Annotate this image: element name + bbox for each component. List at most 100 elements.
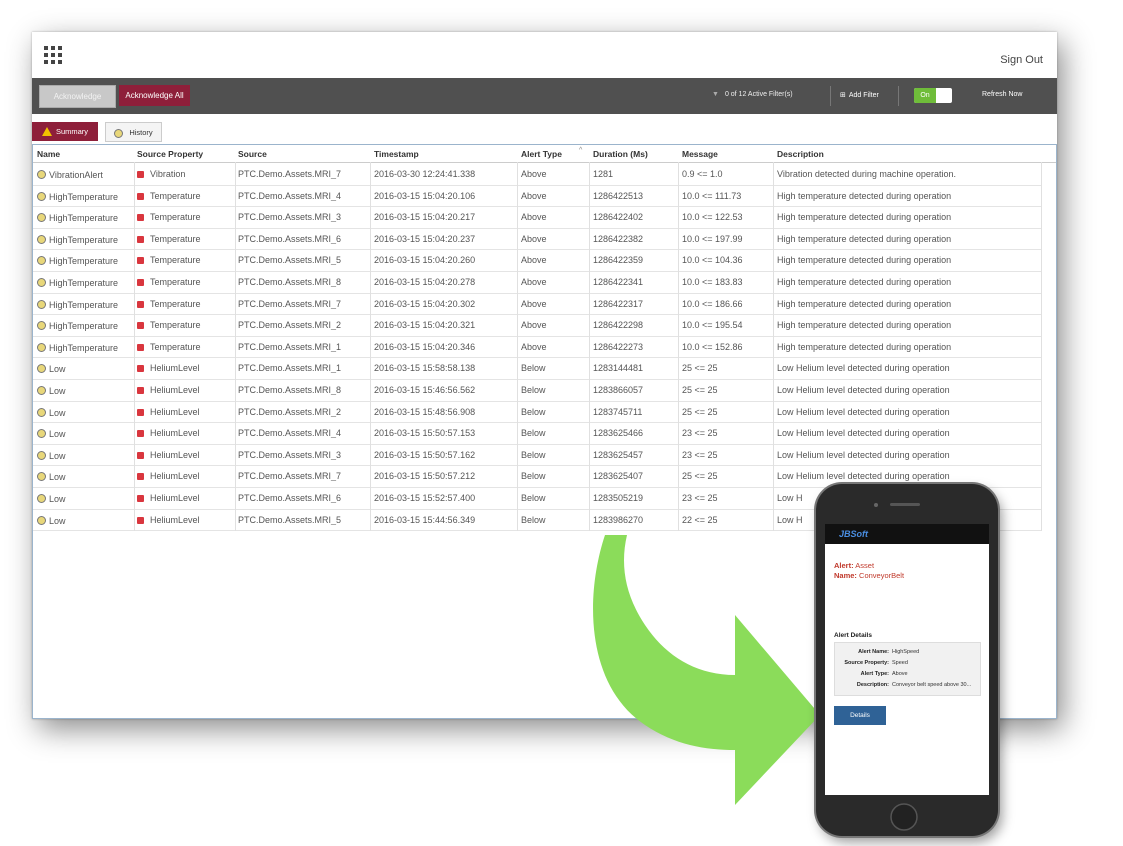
acknowledge-all-button[interactable]: Acknowledge All (119, 85, 190, 106)
table-cell: Low (37, 407, 66, 418)
app-launcher-icon[interactable] (44, 46, 62, 64)
magnifier-icon[interactable] (37, 256, 46, 266)
cell-text: Low H (777, 493, 803, 503)
detail-key: Source Property: (844, 660, 889, 666)
cell-text: 1286422341 (593, 277, 644, 287)
auto-refresh-toggle[interactable]: On (914, 88, 952, 103)
table-cell: 0.9 <= 1.0 (682, 169, 723, 179)
table-row[interactable]: HighTemperature Temperature PTC.Demo.Asset… (33, 293, 1041, 316)
table-row[interactable]: HighTemperature Temperature PTC.Demo.Asset… (33, 314, 1041, 337)
detail-key: Alert Type: (860, 671, 889, 677)
cell-text: HeliumLevel (150, 428, 200, 439)
table-row[interactable]: Low HeliumLevel PTC.Demo.Assets.MRI_4 2016-… (33, 422, 1041, 445)
cell-text: VibrationAlert (49, 170, 103, 180)
table-cell: Above (521, 342, 547, 352)
column-header[interactable]: Source Property (137, 149, 203, 159)
magnifier-icon[interactable] (37, 429, 46, 439)
sign-out-link[interactable]: Sign Out (1000, 54, 1043, 66)
table-row[interactable]: Low HeliumLevel PTC.Demo.Assets.MRI_1 2016-… (33, 357, 1041, 380)
magnifier-icon[interactable] (37, 407, 46, 417)
magnifier-icon[interactable] (37, 494, 46, 503)
table-row[interactable]: HighTemperature Temperature PTC.Demo.Asset… (33, 271, 1041, 294)
property-status-icon (137, 300, 144, 308)
table-row[interactable]: HighTemperature Temperature PTC.Demo.Asset… (33, 228, 1041, 251)
cell-text: 10.0 <= 186.66 (682, 298, 743, 309)
cell-text: Above (521, 341, 547, 352)
cell-text: Temperature (150, 341, 201, 352)
cell-text: Above (521, 298, 547, 309)
magnifier-icon[interactable] (37, 278, 46, 287)
cell-text: PTC.Demo.Assets.MRI_7 (238, 169, 342, 179)
filter-status[interactable]: ▼ 0 of 12 Active Filter(s) (712, 91, 793, 98)
table-cell: 1283986270 (593, 515, 643, 525)
cell-text: Above (521, 233, 547, 244)
magnifier-icon[interactable] (37, 234, 46, 244)
refresh-now-button[interactable]: Refresh Now (982, 91, 1022, 98)
table-cell: Above (521, 212, 547, 222)
property-status-icon (137, 322, 144, 330)
table-cell: 22 <= 25 (682, 515, 718, 525)
cell-text: 1283505219 (593, 493, 644, 503)
table-row[interactable]: Low HeliumLevel PTC.Demo.Assets.MRI_3 2016-… (33, 444, 1041, 467)
magnifier-icon[interactable] (37, 321, 46, 331)
table-row[interactable]: Low HeliumLevel PTC.Demo.Assets.MRI_8 2016-… (33, 379, 1041, 402)
magnifier-icon[interactable] (37, 170, 46, 179)
table-cell: 1283625466 (593, 428, 643, 438)
table-cell: Low (37, 515, 66, 526)
magnifier-icon[interactable] (37, 386, 46, 395)
cell-text: 10.0 <= 183.83 (682, 277, 743, 287)
table-cell: HighTemperature (37, 277, 118, 288)
cell-text: 10.0 <= 122.53 (682, 212, 743, 223)
column-header[interactable]: Message (682, 149, 718, 159)
table-row[interactable]: VibrationAlert Vibration PTC.Demo.Assets.M… (33, 163, 1041, 186)
cell-text: Temperature (150, 320, 201, 331)
cell-text: Low Helium level detected during operati… (777, 449, 950, 460)
add-filter-button[interactable]: ⊞ Add Filter (840, 91, 879, 100)
acknowledge-button[interactable]: Acknowledge (39, 85, 116, 108)
filter-status-text: 0 of 12 Active Filter(s) (724, 91, 793, 98)
table-row[interactable]: HighTemperature Temperature PTC.Demo.Asset… (33, 185, 1041, 208)
table-cell: 1286422317 (593, 299, 643, 309)
table-row[interactable]: HighTemperature Temperature PTC.Demo.Asset… (33, 336, 1041, 359)
column-header[interactable]: Alert Type (521, 149, 562, 159)
column-header[interactable]: Description (777, 149, 824, 159)
magnifier-icon[interactable] (37, 515, 46, 525)
cell-text: HighTemperature (49, 299, 119, 310)
magnifier-icon[interactable] (37, 213, 46, 223)
column-header[interactable]: Name (37, 149, 60, 159)
table-cell: Low H (777, 515, 803, 525)
table-cell: 25 <= 25 (682, 363, 718, 373)
table-row[interactable]: HighTemperature Temperature PTC.Demo.Asset… (33, 249, 1041, 272)
cell-text: HighTemperature (49, 191, 119, 202)
cell-text: Above (521, 277, 547, 287)
cell-text: 23 <= 25 (682, 449, 718, 460)
cell-text: 2016-03-15 15:04:20.260 (374, 255, 476, 266)
cell-text: 1286422402 (593, 212, 644, 223)
column-header[interactable]: Source (238, 149, 267, 159)
cell-text: Low Helium level detected during operati… (777, 471, 950, 482)
magnifier-icon[interactable] (37, 299, 46, 309)
tab-history[interactable]: History (105, 122, 162, 142)
table-cell: Above (521, 234, 547, 244)
magnifier-icon[interactable] (37, 472, 46, 482)
magnifier-icon[interactable] (37, 450, 46, 460)
table-cell: Low (37, 428, 66, 439)
magnifier-icon[interactable] (37, 364, 46, 374)
table-cell: Low Helium level detected during operati… (777, 450, 950, 460)
table-row[interactable]: Low HeliumLevel PTC.Demo.Assets.MRI_2 2016-… (33, 401, 1041, 424)
home-button-icon[interactable] (889, 802, 919, 832)
table-cell: Low Helium level detected during operati… (777, 471, 950, 481)
table-cell: PTC.Demo.Assets.MRI_6 (238, 493, 341, 503)
table-cell: 1286422359 (593, 255, 643, 265)
magnifier-icon[interactable] (37, 191, 46, 201)
table-row[interactable]: HighTemperature Temperature PTC.Demo.Asset… (33, 206, 1041, 229)
cell-text: Low Helium level detected during operati… (777, 385, 950, 395)
table-cell: HighTemperature (37, 320, 118, 331)
tab-summary[interactable]: Summary (32, 122, 98, 141)
details-button[interactable]: Details (834, 706, 886, 725)
column-header[interactable]: Duration (Ms) (593, 149, 648, 159)
column-header[interactable]: Timestamp (374, 149, 419, 159)
column-divider (678, 162, 679, 531)
magnifier-icon[interactable] (37, 342, 46, 352)
table-cell: Below (521, 471, 546, 481)
